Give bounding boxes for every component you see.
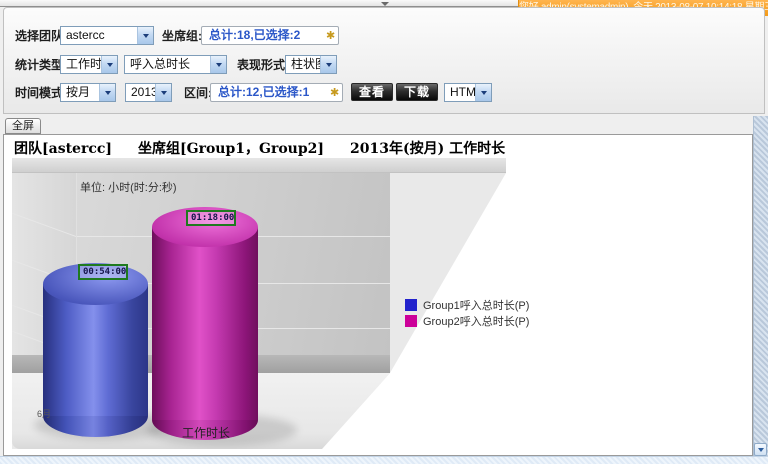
stat-type-select[interactable]: 工作时长 [60, 55, 118, 74]
bar-group1-value-label: 00:54:00 [78, 264, 128, 280]
bottom-edge-pattern [0, 456, 768, 464]
chevron-down-icon [155, 84, 171, 101]
multiselect-asterisk-icon: ✱ [326, 29, 338, 42]
filter-form-panel: 选择团队: astercc 坐席组: 总计:18,已选择:2 ✱ 统计类型: 工… [3, 7, 765, 114]
x-axis-label: 工作时长 [182, 424, 230, 441]
display-form-select[interactable]: 柱状图 [285, 55, 337, 74]
display-form-value: 柱状图 [286, 56, 320, 73]
legend-swatch-group1 [405, 299, 417, 311]
format-value: HTML [445, 84, 475, 101]
chart-title-period: 2013年(按月) 工作时长 [350, 141, 505, 157]
range-label: 区间: [184, 84, 212, 102]
format-select[interactable]: HTML [444, 83, 492, 102]
range-multiselect[interactable]: 总计:12,已选择:1 ✱ [210, 83, 343, 102]
sub-type-select[interactable]: 呼入总时长 [124, 55, 227, 74]
agent-group-multiselect[interactable]: 总计:18,已选择:2 ✱ [201, 26, 339, 45]
collapse-panel-arrow-icon[interactable] [381, 2, 389, 6]
chart-title-group: 坐席组[Group1，Group2] [138, 141, 324, 157]
legend-swatch-group2 [405, 315, 417, 327]
year-select[interactable]: 2013年 [125, 83, 172, 102]
right-edge-pattern [753, 116, 768, 456]
time-mode-select[interactable]: 按月 [60, 83, 116, 102]
team-select[interactable]: astercc [60, 26, 154, 45]
chevron-down-icon [137, 27, 153, 44]
legend-label-group1: Group1呼入总时长(P) [423, 297, 529, 313]
chevron-down-icon [475, 84, 491, 101]
download-button[interactable]: 下载 [396, 83, 438, 101]
chevron-down-icon [320, 56, 336, 73]
legend-label-group2: Group2呼入总时长(P) [423, 313, 529, 329]
fullscreen-button[interactable]: 全屏 [5, 118, 41, 134]
display-form-label: 表现形式: [237, 56, 289, 74]
chart-panel: 团队[astercc] 坐席组[Group1，Group2] 2013年(按月) 工… [3, 134, 753, 456]
chart-legend: Group1呼入总时长(P) Group2呼入总时长(P) [405, 297, 529, 329]
multiselect-asterisk-icon: ✱ [330, 86, 342, 99]
legend-item: Group2呼入总时长(P) [405, 313, 529, 329]
stat-type-value: 工作时长 [61, 56, 101, 73]
team-select-value: astercc [61, 27, 137, 44]
view-button[interactable]: 查看 [351, 83, 393, 101]
app-window: 您好 admin(systemadmin), 今天 2013-08-07 10:… [0, 0, 768, 464]
plot-ceiling [12, 158, 506, 173]
chevron-down-icon [101, 56, 117, 73]
chevron-down-icon [758, 448, 764, 452]
chevron-down-icon [99, 84, 115, 101]
chevron-down-icon [210, 56, 226, 73]
range-value: 总计:12,已选择:1 [211, 84, 330, 101]
agent-group-value: 总计:18,已选择:2 [202, 27, 326, 44]
bar-group2-cylinder[interactable] [152, 227, 258, 420]
time-mode-value: 按月 [61, 84, 99, 101]
bar-group2-value-label: 01:18:00 [186, 210, 236, 226]
agent-group-label: 坐席组: [162, 27, 202, 45]
year-value: 2013年 [126, 84, 155, 101]
chart-title-team: 团队[astercc] [14, 141, 112, 157]
chart-title: 团队[astercc] 坐席组[Group1，Group2] 2013年(按月) 工… [14, 138, 505, 158]
month-tick-label: 6月 [37, 407, 51, 420]
sub-type-value: 呼入总时长 [125, 56, 210, 73]
unit-label: 单位: 小时(时:分:秒) [80, 179, 177, 195]
legend-item: Group1呼入总时长(P) [405, 297, 529, 313]
scroll-down-button[interactable] [754, 443, 767, 456]
